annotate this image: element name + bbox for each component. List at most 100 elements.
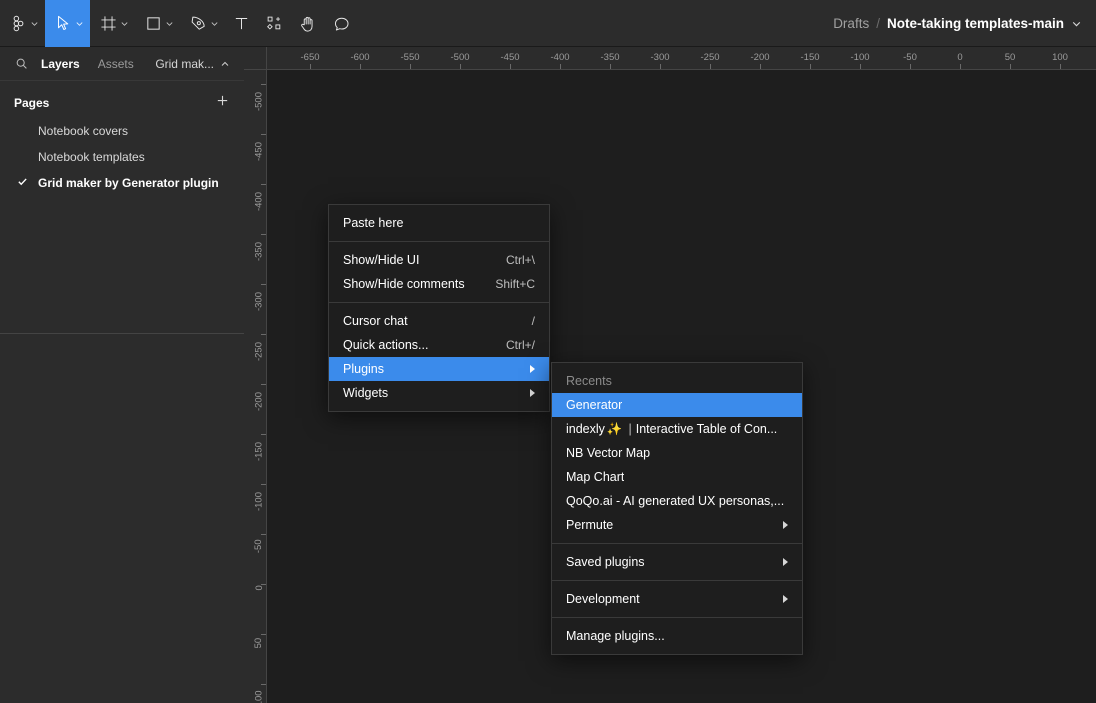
chevron-down-icon[interactable] xyxy=(1071,18,1082,29)
ruler-tick xyxy=(860,64,861,69)
ruler-tick xyxy=(310,64,311,69)
plus-icon[interactable] xyxy=(215,93,230,112)
figma-logo-icon xyxy=(10,15,27,32)
ruler-corner xyxy=(244,47,267,70)
ruler-tick xyxy=(410,64,411,69)
ruler-tick xyxy=(810,64,811,69)
move-cursor-icon xyxy=(55,15,72,32)
ruler-tick xyxy=(1010,64,1011,69)
submenu-arrow-icon xyxy=(783,558,788,566)
shape-tool-button[interactable] xyxy=(135,0,180,47)
plugin-label: Generator xyxy=(566,398,623,412)
submenu-item-development[interactable]: Development xyxy=(552,587,802,611)
move-tool-button[interactable] xyxy=(45,0,90,47)
menu-divider xyxy=(552,580,802,581)
sidebar-page-notebook-templates[interactable]: Notebook templates xyxy=(0,144,244,170)
plugin-label: QoQo.ai - AI generated UX personas,... xyxy=(566,494,785,508)
search-icon[interactable] xyxy=(10,57,32,70)
ruler-label: -400 xyxy=(253,192,265,212)
ruler-label: -450 xyxy=(500,52,520,63)
figma-app-window: Drafts / Note-taking templates-main Laye… xyxy=(0,0,1096,703)
ruler-label: 100 xyxy=(1052,52,1068,63)
ruler-tick xyxy=(910,64,911,69)
sidebar-tab-plugin-panel[interactable]: Grid mak... xyxy=(155,57,234,71)
frame-tool-button[interactable] xyxy=(90,0,135,47)
plugin-label: NB Vector Map xyxy=(566,446,651,460)
ruler-label: -400 xyxy=(550,52,570,63)
plugin-label-separator: | xyxy=(628,422,632,436)
menu-item-quick-actions[interactable]: Quick actions... Ctrl+/ xyxy=(329,333,549,357)
menu-item-paste-here[interactable]: Paste here xyxy=(329,211,549,235)
ruler-label: -600 xyxy=(350,52,370,63)
breadcrumb-project[interactable]: Drafts xyxy=(833,16,869,31)
plugin-item-indexly[interactable]: indexly ✨ | Interactive Table of Con... xyxy=(552,417,802,441)
menu-item-show-hide-comments[interactable]: Show/Hide comments Shift+C xyxy=(329,272,549,296)
ruler-tick xyxy=(610,64,611,69)
submenu-item-manage-plugins[interactable]: Manage plugins... xyxy=(552,624,802,648)
menu-item-label: Manage plugins... xyxy=(566,629,665,643)
figma-menu-button[interactable] xyxy=(0,0,45,47)
frame-icon xyxy=(100,15,117,32)
ruler-label: -150 xyxy=(800,52,820,63)
ruler-label: 0 xyxy=(957,52,963,63)
menu-item-show-hide-ui[interactable]: Show/Hide UI Ctrl+\ xyxy=(329,248,549,272)
components-tool-button[interactable] xyxy=(258,0,291,47)
menu-divider xyxy=(552,543,802,544)
menu-item-label: Show/Hide UI xyxy=(343,253,420,267)
text-tool-button[interactable] xyxy=(225,0,258,47)
section-label: Recents xyxy=(566,374,612,388)
plugin-label: Permute xyxy=(566,518,614,532)
top-toolbar: Drafts / Note-taking templates-main xyxy=(0,0,1096,47)
menu-item-cursor-chat[interactable]: Cursor chat / xyxy=(329,309,549,333)
ruler-tick xyxy=(660,64,661,69)
menu-item-plugins[interactable]: Plugins xyxy=(329,357,549,381)
components-icon xyxy=(266,15,283,32)
menu-divider xyxy=(329,302,549,303)
chevron-down-icon xyxy=(76,22,83,26)
ruler-tick xyxy=(760,64,761,69)
hand-tool-button[interactable] xyxy=(291,0,325,47)
ruler-label: -500 xyxy=(450,52,470,63)
sidebar-page-grid-maker[interactable]: Grid maker by Generator plugin xyxy=(0,170,244,196)
ruler-tick xyxy=(261,484,266,485)
menu-item-widgets[interactable]: Widgets xyxy=(329,381,549,405)
menu-divider xyxy=(552,617,802,618)
plugin-item-qoqo-ai[interactable]: QoQo.ai - AI generated UX personas,... xyxy=(552,489,802,513)
submenu-item-saved-plugins[interactable]: Saved plugins xyxy=(552,550,802,574)
chevron-down-icon xyxy=(211,22,218,26)
text-icon xyxy=(233,15,250,32)
ruler-tick xyxy=(261,634,266,635)
plugin-item-permute[interactable]: Permute xyxy=(552,513,802,537)
plugin-item-map-chart[interactable]: Map Chart xyxy=(552,465,802,489)
submenu-arrow-icon xyxy=(783,595,788,603)
breadcrumb-file-name[interactable]: Note-taking templates-main xyxy=(887,16,1064,31)
menu-item-shortcut: Shift+C xyxy=(495,277,535,291)
ruler-label: -150 xyxy=(253,442,265,462)
ruler-label: -100 xyxy=(253,492,265,512)
menu-item-shortcut: Ctrl+/ xyxy=(505,338,535,352)
sidebar-tab-layers[interactable]: Layers xyxy=(32,57,89,71)
plugin-label: Map Chart xyxy=(566,470,625,484)
ruler-label: -300 xyxy=(253,292,265,312)
check-icon xyxy=(17,176,28,190)
pen-icon xyxy=(190,15,207,32)
plugins-submenu: Recents Generator indexly ✨ | Interactiv… xyxy=(551,362,803,655)
ruler-label: -250 xyxy=(700,52,720,63)
sidebar-page-notebook-covers[interactable]: Notebook covers xyxy=(0,118,244,144)
rectangle-icon xyxy=(145,15,162,32)
menu-item-label: Widgets xyxy=(343,386,389,400)
breadcrumb-separator: / xyxy=(876,15,880,31)
chevron-up-icon xyxy=(221,61,229,66)
sidebar-tab-assets[interactable]: Assets xyxy=(89,57,143,71)
ruler-tick xyxy=(710,64,711,69)
ruler-tick xyxy=(261,84,266,85)
plugin-item-generator[interactable]: Generator xyxy=(552,393,802,417)
ruler-label: -50 xyxy=(253,539,265,554)
plugin-label-prefix: indexly xyxy=(566,422,605,436)
menu-item-shortcut: Ctrl+\ xyxy=(505,253,535,267)
comment-tool-button[interactable] xyxy=(325,0,359,47)
pen-tool-button[interactable] xyxy=(180,0,225,47)
ruler-label: -300 xyxy=(650,52,670,63)
ruler-label: -200 xyxy=(253,392,265,412)
plugin-item-nb-vector-map[interactable]: NB Vector Map xyxy=(552,441,802,465)
